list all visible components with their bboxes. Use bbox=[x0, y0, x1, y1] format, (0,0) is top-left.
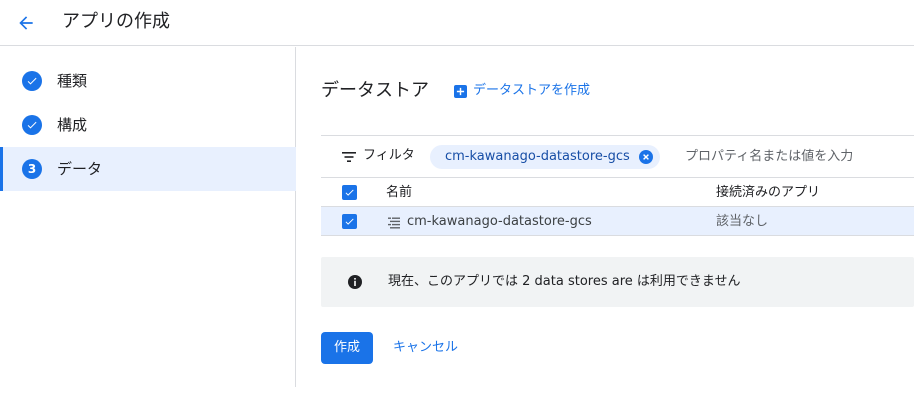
select-all-checkbox[interactable] bbox=[342, 185, 357, 200]
step-label: 種類 bbox=[57, 72, 88, 90]
create-datastore-label: データストアを作成 bbox=[473, 83, 591, 98]
table-header-row: 名前 接続済みのアプリ bbox=[321, 177, 914, 206]
check-circle-icon bbox=[22, 71, 42, 91]
stepper-sidebar: 種類 構成 3 データ bbox=[0, 47, 296, 387]
step-number-badge: 3 bbox=[22, 159, 42, 179]
filter-chip-value: cm-kawanago-datastore-gcs bbox=[445, 149, 630, 164]
add-box-icon bbox=[454, 84, 467, 98]
section-title: データストア bbox=[321, 80, 429, 101]
page-title: アプリの作成 bbox=[62, 11, 170, 32]
step-data[interactable]: 3 データ bbox=[0, 147, 296, 191]
step-label: 構成 bbox=[57, 116, 88, 134]
check-circle-icon bbox=[22, 115, 42, 135]
create-button[interactable]: 作成 bbox=[321, 332, 373, 364]
main-content: データストア データストアを作成 フィルタ cm-kawanago-datast… bbox=[297, 47, 914, 406]
step-label: データ bbox=[57, 160, 103, 178]
connected-apps-value: 該当なし bbox=[716, 214, 769, 229]
close-icon[interactable] bbox=[638, 150, 653, 164]
arrow-back-icon bbox=[19, 16, 33, 30]
info-icon bbox=[348, 275, 362, 289]
back-button[interactable] bbox=[10, 7, 42, 39]
filter-bar: フィルタ cm-kawanago-datastore-gcs bbox=[321, 135, 914, 176]
filter-list-icon bbox=[341, 149, 357, 163]
datastore-name: cm-kawanago-datastore-gcs bbox=[407, 214, 592, 229]
datastore-icon bbox=[387, 215, 401, 229]
top-bar: アプリの作成 bbox=[0, 0, 914, 46]
filter-label: フィルタ bbox=[363, 148, 415, 163]
create-datastore-button[interactable]: データストアを作成 bbox=[454, 81, 590, 101]
datastore-table: 名前 接続済みのアプリ cm-kawanago-datastore-gcs 該当… bbox=[321, 177, 914, 236]
info-banner: 現在、このアプリでは 2 data stores are は利用できません bbox=[321, 257, 914, 307]
step-config[interactable]: 構成 bbox=[0, 103, 296, 147]
row-checkbox[interactable] bbox=[342, 214, 357, 229]
cancel-button[interactable]: キャンセル bbox=[393, 338, 458, 358]
column-header-connected-apps[interactable]: 接続済みのアプリ bbox=[716, 183, 820, 203]
info-message: 現在、このアプリでは 2 data stores are は利用できません bbox=[388, 274, 741, 289]
column-header-name[interactable]: 名前 bbox=[386, 183, 412, 203]
step-type[interactable]: 種類 bbox=[0, 59, 296, 103]
filter-chip[interactable]: cm-kawanago-datastore-gcs bbox=[430, 145, 660, 169]
filter-input[interactable] bbox=[685, 146, 905, 166]
table-row[interactable]: cm-kawanago-datastore-gcs 該当なし bbox=[321, 206, 914, 236]
